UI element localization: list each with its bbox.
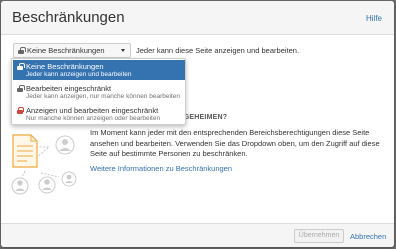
restriction-select-value: Keine Beschränkungen — [27, 46, 105, 55]
user-avatar-icon — [11, 177, 29, 195]
chevron-down-icon — [121, 49, 125, 52]
user-avatar-icon — [61, 171, 77, 187]
restrictions-illustration — [11, 134, 77, 195]
apply-button[interactable]: Übernehmen — [294, 229, 344, 243]
unlocked-icon — [18, 47, 26, 54]
unlocked-icon — [17, 85, 25, 92]
dropdown-item-label: Anzeigen und bearbeiten eingeschränkt — [26, 106, 159, 115]
dropdown-item-label: Keine Beschränkungen — [26, 62, 104, 71]
locked-icon — [17, 107, 24, 114]
dropdown-item-description: Jeder kann anzeigen, nur manche können b… — [26, 93, 180, 100]
dialog-footer: Übernehmen Abbrechen — [1, 223, 394, 247]
more-info-link[interactable]: Weitere Informationen zu Beschränkungen — [90, 164, 232, 173]
help-link[interactable]: Hilfe — [366, 14, 382, 23]
restriction-description: Jeder kann diese Seite anzeigen und bear… — [136, 46, 300, 55]
dialog-header: Beschränkungen Hilfe — [1, 1, 394, 35]
user-avatar-icon — [38, 176, 56, 194]
restriction-select[interactable]: Keine Beschränkungen — [13, 43, 131, 58]
user-avatar-icon — [55, 135, 75, 155]
dropdown-item-label: Bearbeiten eingeschränkt — [26, 84, 112, 93]
dropdown-item-description: Nur manche können anzeigen oder bearbeit… — [26, 115, 161, 122]
dropdown-item-description: Jeder kann anzeigen und bearbeiten — [26, 71, 132, 78]
restriction-dropdown: Keine Beschränkungen Jeder kann anzeigen… — [11, 58, 186, 125]
restrictions-dialog: Beschränkungen Hilfe Keine Beschränkunge… — [1, 1, 394, 247]
cancel-button[interactable]: Abbrechen — [350, 232, 386, 241]
info-body-text: Im Moment kann jeder mit den entsprechen… — [90, 128, 380, 158]
dropdown-item-view-edit-restricted[interactable]: Anzeigen und bearbeiten eingeschränkt Nu… — [13, 104, 185, 124]
unlocked-icon — [17, 63, 25, 70]
dropdown-item-no-restrictions[interactable]: Keine Beschränkungen Jeder kann anzeigen… — [13, 60, 185, 80]
document-icon — [12, 134, 38, 168]
dropdown-item-edit-restricted[interactable]: Bearbeiten eingeschränkt Jeder kann anze… — [13, 82, 185, 102]
dialog-title: Beschränkungen — [12, 9, 125, 26]
